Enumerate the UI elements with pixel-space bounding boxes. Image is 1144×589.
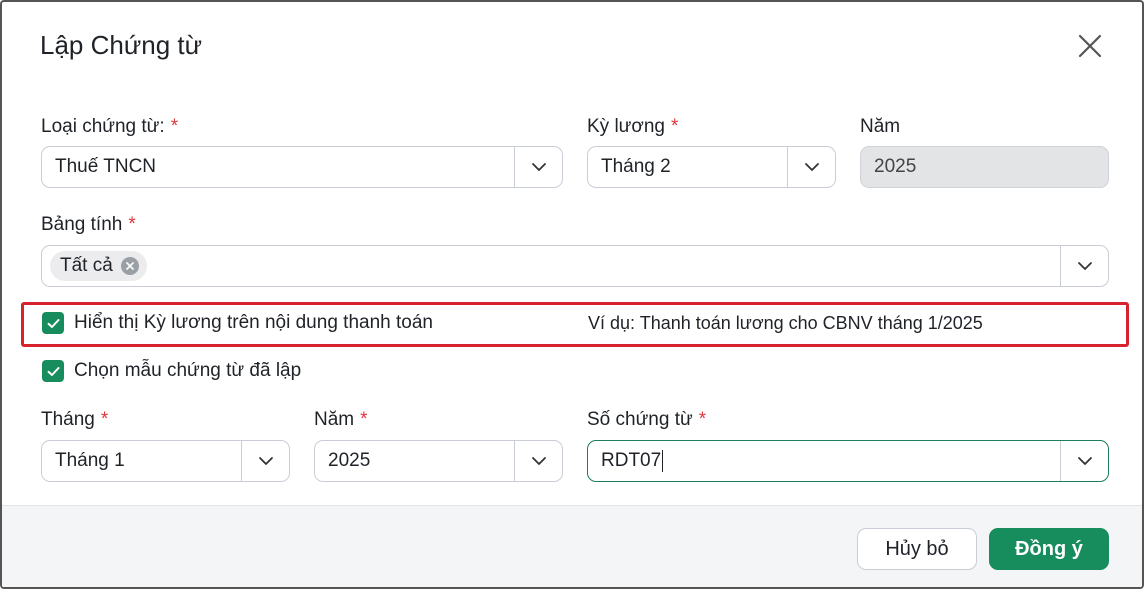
text-caret [662, 449, 664, 472]
voucher-type-label: Loại chứng từ: * [41, 116, 179, 137]
year-label-top: Năm [860, 116, 901, 137]
chevron-down-icon[interactable] [787, 147, 835, 187]
worksheet-tags: Tất cả [42, 251, 1060, 281]
worksheet-multiselect[interactable]: Tất cả [41, 245, 1109, 287]
pay-period-label: Kỳ lương * [587, 116, 679, 137]
choose-template-option[interactable]: Chọn mẫu chứng từ đã lập [42, 360, 301, 382]
voucher-type-value: Thuế TNCN [55, 156, 157, 177]
required-mark: * [698, 409, 707, 430]
show-period-label: Hiển thị Kỳ lương trên nội dung thanh to… [74, 312, 433, 333]
confirm-button[interactable]: Đồng ý [989, 528, 1109, 570]
year-label-bottom: Năm * [314, 409, 368, 430]
month-label: Tháng * [41, 409, 109, 430]
year-value-bottom: 2025 [328, 450, 371, 471]
voucher-number-value[interactable]: RDT07 [588, 449, 1060, 472]
create-voucher-dialog: Lập Chứng từ Loại chứng từ: * Thuế TNCN K… [0, 0, 1144, 589]
voucher-number-label: Số chứng từ * [587, 409, 707, 430]
required-mark: * [671, 116, 679, 137]
chevron-down-icon[interactable] [1060, 246, 1108, 286]
month-select[interactable]: Tháng 1 [41, 440, 290, 482]
required-mark: * [170, 116, 179, 137]
chevron-down-icon[interactable] [241, 441, 289, 481]
voucher-number-input[interactable]: RDT07 [587, 440, 1109, 482]
chevron-down-icon[interactable] [514, 441, 562, 481]
checkbox-checked-icon[interactable] [42, 312, 64, 334]
show-period-option[interactable]: Hiển thị Kỳ lương trên nội dung thanh to… [42, 312, 433, 334]
remove-tag-icon[interactable] [120, 257, 139, 275]
worksheet-label: Bảng tính * [41, 214, 136, 235]
pay-period-select[interactable]: Tháng 2 [587, 146, 836, 188]
month-value: Tháng 1 [55, 450, 125, 471]
cancel-button[interactable]: Hủy bỏ [857, 528, 977, 570]
tag-label: Tất cả [60, 255, 113, 276]
pay-period-value: Tháng 2 [601, 156, 671, 177]
choose-template-label: Chọn mẫu chứng từ đã lập [74, 360, 302, 381]
year-value-top: 2025 [874, 156, 917, 177]
voucher-number-text: RDT07 [601, 450, 662, 471]
show-period-example: Ví dụ: Thanh toán lương cho CBNV tháng 1… [588, 313, 983, 333]
year-select[interactable]: 2025 [314, 440, 563, 482]
voucher-type-select[interactable]: Thuế TNCN [41, 146, 563, 188]
checkbox-checked-icon[interactable] [42, 360, 64, 382]
required-mark: * [128, 214, 136, 235]
tag-all: Tất cả [50, 251, 147, 281]
required-mark: * [100, 409, 109, 430]
year-field-top: 2025 [860, 146, 1109, 188]
dialog-title: Lập Chứng từ [40, 30, 203, 60]
close-icon[interactable] [1072, 28, 1108, 64]
chevron-down-icon[interactable] [1060, 441, 1108, 481]
chevron-down-icon[interactable] [514, 147, 562, 187]
required-mark: * [360, 409, 368, 430]
